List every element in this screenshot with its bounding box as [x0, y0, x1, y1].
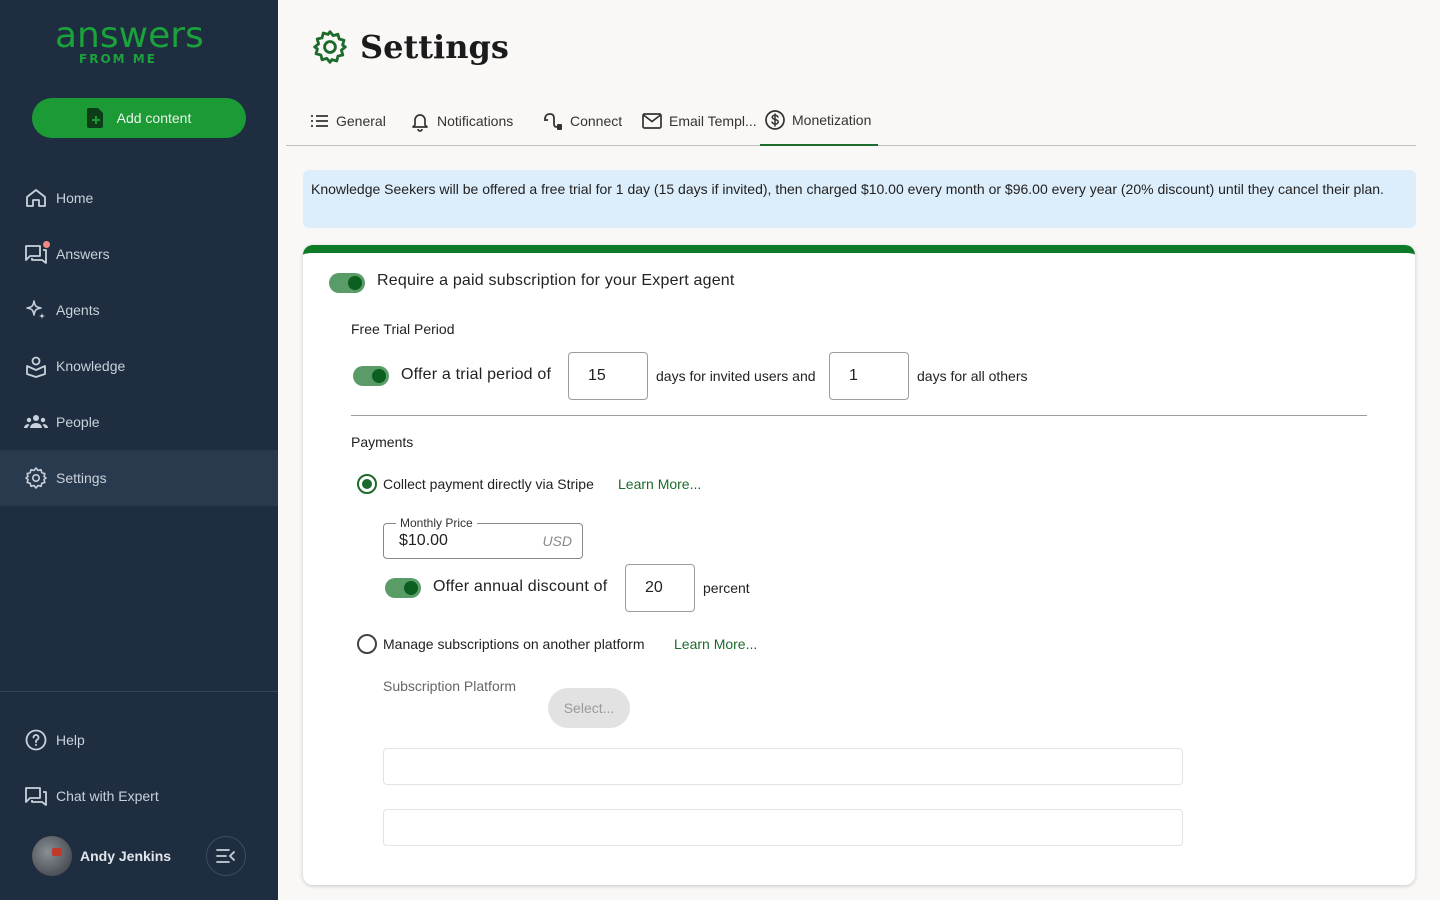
sidebar-item-label: Agents — [56, 302, 100, 318]
subscription-platform-label: Subscription Platform — [383, 678, 517, 694]
tab-label: Connect — [570, 112, 623, 129]
tab-label: Notifications — [437, 112, 514, 129]
bell-icon — [412, 113, 428, 132]
trial-label-suffix: days for all others — [917, 368, 1028, 384]
monthly-price-legend: Monthly Price — [396, 516, 477, 530]
info-banner: Knowledge Seekers will be offered a free… — [303, 170, 1416, 228]
tab-email-templates[interactable]: Email Templ... — [641, 96, 757, 145]
sidebar-item-chat-with-expert[interactable]: Chat with Expert — [0, 768, 278, 824]
add-file-icon — [86, 108, 103, 128]
knowledge-icon — [26, 356, 46, 378]
sidebar-item-label: Knowledge — [56, 358, 126, 374]
other-platform-label: Manage subscriptions on another platform — [383, 636, 645, 652]
other-platform-radio[interactable] — [357, 634, 377, 654]
avatar — [32, 836, 72, 876]
free-trial-title: Free Trial Period — [351, 321, 455, 337]
tab-monetization[interactable]: Monetization — [760, 96, 878, 146]
currency-label: USD — [542, 533, 572, 549]
platform-field-2[interactable] — [383, 809, 1183, 846]
annual-discount-input[interactable]: 20 — [625, 564, 695, 612]
settings-tabs: General Notifications Connect Email Temp… — [286, 96, 1416, 146]
sidebar-item-settings[interactable]: Settings — [0, 450, 278, 506]
mail-icon — [642, 112, 662, 129]
section-divider — [351, 415, 1367, 416]
connect-icon — [544, 112, 562, 130]
sidebar-item-label: Help — [56, 732, 85, 748]
require-subscription-toggle[interactable] — [329, 273, 365, 293]
user-name: Andy Jenkins — [80, 848, 172, 864]
monetization-card: Require a paid subscription for your Exp… — [303, 245, 1415, 885]
sidebar-item-home[interactable]: Home — [0, 170, 278, 226]
sidebar-item-answers[interactable]: Answers — [0, 226, 278, 282]
platform-field-1[interactable] — [383, 748, 1183, 785]
annual-discount-suffix: percent — [703, 580, 750, 596]
sidebar-item-label: Answers — [56, 246, 110, 262]
stripe-learn-more-link[interactable]: Learn More... — [618, 476, 701, 492]
sidebar-item-label: People — [56, 414, 100, 430]
subscription-platform-select[interactable]: Select... — [548, 688, 630, 728]
people-icon — [24, 415, 48, 428]
dollar-icon — [765, 110, 785, 130]
free-trial-toggle[interactable] — [353, 366, 389, 386]
notification-badge — [43, 241, 50, 248]
add-content-button[interactable]: Add content — [32, 98, 246, 138]
chat-icon — [24, 241, 50, 266]
sidebar-item-people[interactable]: People — [0, 394, 278, 450]
annual-discount-toggle[interactable] — [385, 578, 421, 598]
payments-title: Payments — [351, 434, 414, 450]
trial-label-middle: days for invited users and — [656, 368, 816, 384]
stripe-label: Collect payment directly via Stripe — [383, 476, 594, 492]
list-icon — [311, 114, 328, 127]
other-platform-learn-more-link[interactable]: Learn More... — [674, 636, 757, 652]
sidebar-divider — [0, 691, 278, 692]
sidebar-item-label: Home — [56, 190, 94, 206]
invited-days-input[interactable]: 15 — [568, 352, 648, 400]
chat-icon — [25, 787, 47, 806]
stripe-radio[interactable] — [357, 474, 377, 494]
tab-general[interactable]: General — [308, 96, 386, 145]
tab-notifications[interactable]: Notifications — [409, 96, 513, 145]
brand-name: answers — [55, 15, 204, 56]
collapse-menu-icon — [216, 849, 235, 863]
sparkle-icon — [26, 300, 45, 319]
sidebar-item-knowledge[interactable]: Knowledge — [0, 338, 278, 394]
sidebar-item-agents[interactable]: Agents — [0, 282, 278, 338]
sidebar-item-label: Settings — [56, 470, 107, 486]
gear-icon — [313, 30, 347, 64]
sidebar: answers FROM ME Add content Home Answers… — [0, 0, 278, 900]
collapse-sidebar-button[interactable] — [206, 836, 246, 876]
sidebar-item-label: Chat with Expert — [56, 788, 159, 804]
home-icon — [26, 189, 46, 207]
brand-tagline: FROM ME — [79, 52, 157, 66]
add-content-label: Add content — [116, 110, 192, 126]
page-title: Settings — [360, 28, 509, 66]
tab-connect[interactable]: Connect — [542, 96, 622, 145]
brand-logo[interactable]: answers FROM ME — [55, 15, 225, 68]
monthly-price-field[interactable]: Monthly Price $10.00 USD — [383, 516, 583, 559]
page-header: Settings — [312, 28, 509, 66]
annual-discount-label: Offer annual discount of — [433, 578, 608, 595]
trial-label-prefix: Offer a trial period of — [401, 366, 552, 383]
sidebar-item-help[interactable]: Help — [0, 712, 278, 768]
help-icon — [25, 729, 47, 751]
other-days-input[interactable]: 1 — [829, 352, 909, 400]
tab-label: General — [336, 112, 386, 129]
tab-label: Monetization — [792, 112, 872, 128]
require-subscription-label: Require a paid subscription for your Exp… — [377, 272, 735, 289]
gear-icon — [25, 467, 47, 489]
tab-label: Email Templ... — [669, 112, 757, 129]
monthly-price-value: $10.00 — [399, 532, 448, 549]
